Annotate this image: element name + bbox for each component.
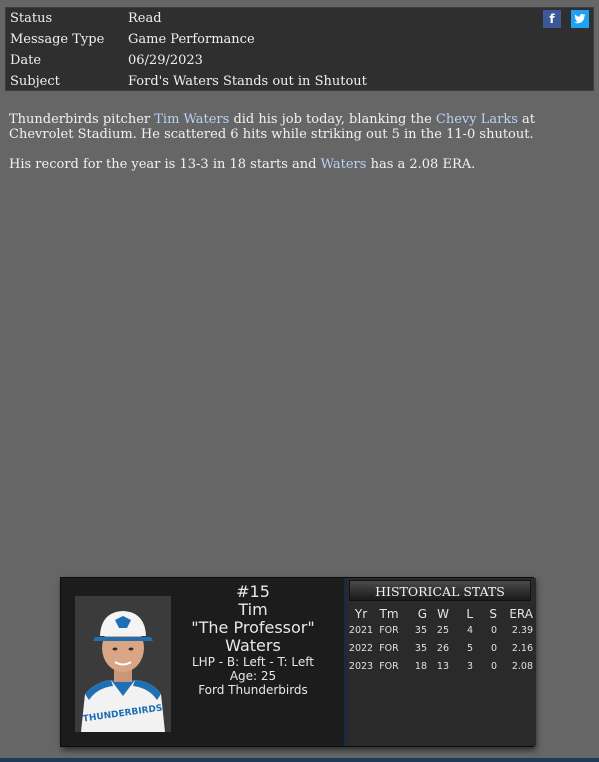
stats-row: 2023 FOR 18 13 3 0 2.08 xyxy=(347,657,533,675)
player-handedness: LHP - B: Left - T: Left xyxy=(192,655,314,669)
col-team: Tm xyxy=(379,606,399,621)
player-link-waters[interactable]: Waters xyxy=(321,157,367,172)
bottom-accent-bar xyxy=(0,758,599,762)
historical-stats-table: Yr Tm G W L S ERA 2021 FOR 35 25 4 0 2.3… xyxy=(347,606,533,675)
date-value: 06/29/2023 xyxy=(128,53,203,68)
col-saves: S xyxy=(489,606,497,621)
historical-stats-title: HISTORICAL STATS xyxy=(349,580,531,601)
stat-year: 2021 xyxy=(348,624,374,636)
subject-value: Ford's Waters Stands out in Shutout xyxy=(128,74,367,89)
player-photo[interactable]: THUNDERBIRDS xyxy=(75,596,171,732)
stat-saves: 0 xyxy=(490,642,497,654)
stat-saves: 0 xyxy=(490,660,497,672)
stats-header-row: Yr Tm G W L S ERA xyxy=(347,606,533,621)
player-age: Age: 25 xyxy=(229,669,277,683)
player-last-name: Waters xyxy=(225,636,281,655)
body-text: has a 2.08 ERA. xyxy=(366,157,476,172)
twitter-bird-icon xyxy=(574,14,586,24)
status-label: Status xyxy=(10,11,53,26)
player-portrait-image: THUNDERBIRDS xyxy=(75,596,171,732)
facebook-share-icon[interactable]: f xyxy=(543,10,561,28)
message-type-value: Game Performance xyxy=(128,32,255,47)
player-link-tim-waters[interactable]: Tim Waters xyxy=(154,112,229,127)
player-nickname: "The Professor" xyxy=(191,618,315,637)
player-team: Ford Thunderbirds xyxy=(198,683,308,697)
historical-stats-panel: HISTORICAL STATS Yr Tm G W L S ERA 2021 … xyxy=(344,578,536,746)
message-header: Status Read Message Type Game Performanc… xyxy=(5,7,594,91)
stats-row: 2021 FOR 35 25 4 0 2.39 xyxy=(347,621,533,639)
col-era: ERA xyxy=(509,606,533,621)
stat-games: 35 xyxy=(414,642,427,654)
col-games: G xyxy=(417,606,427,621)
stat-team: FOR xyxy=(379,660,399,672)
status-value: Read xyxy=(128,11,162,26)
stat-team: FOR xyxy=(379,642,399,654)
subject-label: Subject xyxy=(10,74,60,89)
body-paragraph-1: Thunderbirds pitcher Tim Waters did his … xyxy=(9,112,581,142)
stat-games: 35 xyxy=(414,624,427,636)
stat-wins: 13 xyxy=(436,660,449,672)
stat-team: FOR xyxy=(379,624,399,636)
stat-year: 2022 xyxy=(348,642,374,654)
stat-era: 2.39 xyxy=(511,624,533,636)
message-body: Thunderbirds pitcher Tim Waters did his … xyxy=(9,112,581,187)
col-year: Yr xyxy=(354,606,368,621)
stat-wins: 25 xyxy=(436,624,449,636)
player-info: #15 Tim "The Professor" Waters LHP - B: … xyxy=(183,582,323,698)
stat-era: 2.08 xyxy=(511,660,533,672)
stat-era: 2.16 xyxy=(511,642,533,654)
stat-losses: 3 xyxy=(466,660,473,672)
stat-losses: 5 xyxy=(466,642,473,654)
team-link-chevy-larks[interactable]: Chevy Larks xyxy=(436,112,518,127)
message-type-label: Message Type xyxy=(10,32,105,47)
player-first-name: Tim xyxy=(238,600,268,619)
stat-year: 2023 xyxy=(348,660,374,672)
col-losses: L xyxy=(466,606,473,621)
twitter-share-icon[interactable] xyxy=(571,10,589,28)
stat-losses: 4 xyxy=(466,624,473,636)
stat-wins: 26 xyxy=(436,642,449,654)
player-number: #15 xyxy=(236,582,270,601)
stat-games: 18 xyxy=(414,660,427,672)
body-text: Thunderbirds pitcher xyxy=(9,112,155,127)
body-text: His record for the year is 13-3 in 18 st… xyxy=(9,157,321,172)
body-text: did his job today, blanking the xyxy=(229,112,436,127)
date-label: Date xyxy=(10,53,42,68)
body-paragraph-2: His record for the year is 13-3 in 18 st… xyxy=(9,157,581,172)
player-card: THUNDERBIRDS #15 Tim "The Professor" Wat… xyxy=(60,577,536,747)
col-wins: W xyxy=(437,606,449,621)
stat-saves: 0 xyxy=(490,624,497,636)
stats-row: 2022 FOR 35 26 5 0 2.16 xyxy=(347,639,533,657)
